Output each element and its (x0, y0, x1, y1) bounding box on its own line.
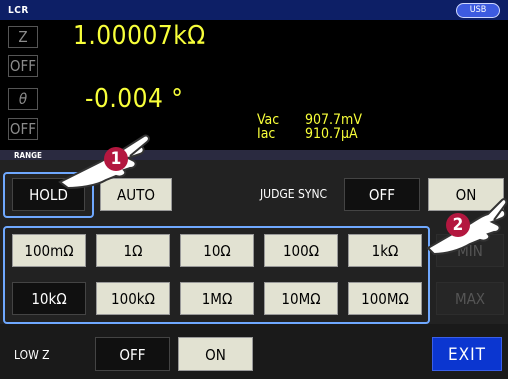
off-label-1[interactable]: OFF (8, 55, 38, 77)
exit-button[interactable]: EXIT (432, 337, 502, 371)
range-10kohm-button[interactable]: 10kΩ (12, 282, 86, 315)
primary-param-button[interactable]: Z (8, 26, 38, 48)
range-100mohm-button[interactable]: 100mΩ (12, 234, 86, 267)
vac-label: Vac (257, 112, 280, 128)
judge-sync-off-button[interactable]: OFF (344, 178, 420, 211)
range-100mohm-large-button[interactable]: 100MΩ (348, 282, 422, 315)
judge-sync-label: JUDGE SYNC (260, 187, 328, 201)
low-z-on-button[interactable]: ON (178, 337, 253, 371)
iac-label: Iac (257, 126, 276, 142)
off-label-2[interactable]: OFF (8, 118, 38, 140)
range-10mohm-button[interactable]: 10MΩ (264, 282, 338, 315)
range-100kohm-button[interactable]: 100kΩ (96, 282, 170, 315)
secondary-param-button[interactable]: θ (8, 88, 38, 110)
iac-value: 910.7μA (305, 126, 358, 142)
pointing-hand-icon (52, 130, 152, 190)
app-title: LCR (8, 5, 29, 16)
title-bar (0, 0, 508, 20)
primary-value: 1.00007kΩ (73, 21, 206, 51)
max-button: MAX (436, 282, 504, 315)
secondary-value: -0.004 ° (85, 84, 184, 114)
range-1ohm-button[interactable]: 1Ω (96, 234, 170, 267)
range-10ohm-button[interactable]: 10Ω (180, 234, 254, 267)
usb-indicator: USB (456, 3, 500, 18)
range-100ohm-button[interactable]: 100Ω (264, 234, 338, 267)
vac-value: 907.7mV (305, 112, 362, 128)
low-z-off-button[interactable]: OFF (95, 337, 170, 371)
low-z-label: LOW Z (14, 348, 50, 362)
callout-number-2: 2 (446, 213, 470, 237)
callout-number-1: 1 (104, 147, 128, 171)
range-1mohm-button[interactable]: 1MΩ (180, 282, 254, 315)
range-section-label: RANGE (14, 151, 42, 160)
